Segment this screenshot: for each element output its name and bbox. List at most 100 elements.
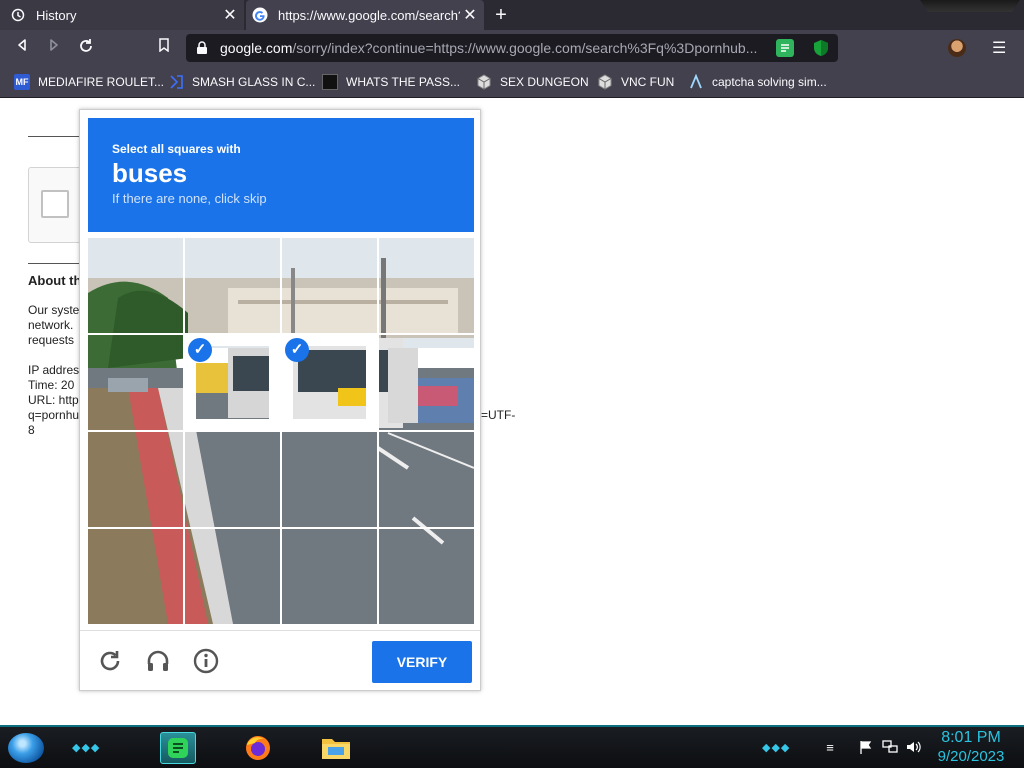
bookmark-icon[interactable] xyxy=(154,38,174,58)
lock-icon[interactable] xyxy=(196,41,210,55)
new-tab-icon[interactable]: + xyxy=(490,5,512,25)
tile-image xyxy=(379,238,474,333)
clock-date[interactable]: 9/20/2023 xyxy=(930,748,1012,765)
tile-image xyxy=(88,529,183,624)
back-icon[interactable] xyxy=(12,38,32,58)
selected-check-icon: ✓ xyxy=(285,338,309,362)
notes-extension-icon[interactable] xyxy=(776,39,794,57)
captcha-tile[interactable] xyxy=(88,529,183,624)
challenge-header: Select all squares with buses If there a… xyxy=(88,118,474,232)
tab-history[interactable]: History ✕ xyxy=(0,0,244,30)
captcha-tile[interactable] xyxy=(88,432,183,527)
close-tab-icon[interactable]: ✕ xyxy=(460,5,480,25)
divider xyxy=(28,136,80,137)
url-tail-text: =UTF- xyxy=(481,408,516,422)
tile-image xyxy=(88,432,183,527)
lambda-icon xyxy=(688,74,704,90)
notepad-app-icon[interactable] xyxy=(160,732,196,764)
tile-image xyxy=(88,335,183,430)
url-text[interactable]: google.com/sorry/index?continue=https://… xyxy=(220,40,838,56)
clock-time[interactable]: 8:01 PM xyxy=(930,729,1012,747)
tab-google-search[interactable]: https://www.google.com/search?q ✕ xyxy=(246,0,484,30)
bookmark-label: MEDIAFIRE ROULET... xyxy=(38,75,165,89)
bookmark-vnc-fun[interactable]: VNC FUN xyxy=(597,72,674,92)
info-icon[interactable] xyxy=(192,647,220,675)
forward-icon[interactable] xyxy=(44,38,64,58)
bookmark-smash-glass[interactable]: SMASH GLASS IN C... xyxy=(168,72,315,92)
tab-strip: History ✕ https://www.google.com/search?… xyxy=(0,0,1024,30)
dark-square-icon xyxy=(322,74,338,90)
bracket-icon xyxy=(168,74,184,90)
bookmark-whats-the-pass[interactable]: WHATS THE PASS... xyxy=(322,72,460,92)
captcha-tile[interactable] xyxy=(282,432,377,527)
captcha-tile[interactable] xyxy=(379,432,474,527)
tile-image xyxy=(282,432,377,527)
shield-extension-icon[interactable] xyxy=(812,39,830,57)
mediafire-icon: MF xyxy=(14,74,30,90)
captcha-tile[interactable] xyxy=(379,238,474,333)
bookmark-captcha-solving[interactable]: captcha solving sim... xyxy=(688,72,827,92)
tile-image xyxy=(185,529,280,624)
ip-details: IP addres Time: 20 URL: http q=pornhu 8 xyxy=(28,363,80,437)
captcha-tile[interactable]: ✓ xyxy=(185,335,280,430)
close-tab-icon[interactable]: ✕ xyxy=(220,5,240,25)
tile-image xyxy=(88,238,183,333)
captcha-tile[interactable] xyxy=(88,238,183,333)
address-bar[interactable]: google.com/sorry/index?continue=https://… xyxy=(186,34,838,62)
captcha-tile[interactable] xyxy=(185,238,280,333)
window-decoration xyxy=(920,0,1020,12)
bookmark-mediafire[interactable]: MF MEDIAFIRE ROULET... xyxy=(14,72,164,92)
challenge-footer: VERIFY xyxy=(80,630,480,690)
reload-icon[interactable] xyxy=(76,38,96,58)
firefox-icon[interactable] xyxy=(240,732,276,764)
verify-button[interactable]: VERIFY xyxy=(372,641,472,683)
captcha-tile[interactable]: ✓ xyxy=(282,335,377,430)
tab-title: History xyxy=(36,7,77,23)
bookmark-label: SMASH GLASS IN C... xyxy=(192,75,316,89)
captcha-tile[interactable] xyxy=(185,432,280,527)
tile-image xyxy=(379,432,474,527)
taskbar: ◆◆◆ ◆◆◆ ≡ 8:01 PM 9/20/2023 xyxy=(0,725,1024,768)
tile-image xyxy=(379,335,474,430)
google-g-icon xyxy=(252,7,268,23)
captcha-tile[interactable] xyxy=(379,529,474,624)
tile-image xyxy=(379,529,474,624)
tile-image xyxy=(282,529,377,624)
hamburger-menu-icon[interactable]: ☰ xyxy=(992,38,1006,58)
file-explorer-icon[interactable] xyxy=(318,732,354,764)
tile-image xyxy=(282,238,377,333)
captcha-tile[interactable] xyxy=(282,529,377,624)
image-grid: ✓ ✓ xyxy=(88,238,474,624)
captcha-tile[interactable] xyxy=(379,335,474,430)
challenge-prompt: Select all squares with xyxy=(112,142,241,156)
url-host: google.com xyxy=(220,40,293,56)
recaptcha-checkbox[interactable] xyxy=(41,190,69,218)
divider xyxy=(28,263,80,264)
flag-icon[interactable] xyxy=(858,740,874,756)
bookmark-sex-dungeon[interactable]: SEX DUNGEON xyxy=(476,72,589,92)
tile-image xyxy=(185,432,280,527)
bookmark-label: captcha solving sim... xyxy=(712,75,827,89)
about-paragraph: Our syste network. requests xyxy=(28,303,80,347)
recaptcha-challenge-dialog: Select all squares with buses If there a… xyxy=(79,109,481,691)
reload-challenge-icon[interactable] xyxy=(96,647,124,675)
start-button[interactable] xyxy=(8,733,44,763)
account-avatar[interactable] xyxy=(948,39,966,57)
url-path: /sorry/index?continue=https://www.google… xyxy=(292,40,758,56)
captcha-tile[interactable] xyxy=(185,529,280,624)
cube-icon xyxy=(597,74,613,90)
challenge-object: buses xyxy=(112,158,188,188)
bookmark-label: SEX DUNGEON xyxy=(500,75,589,89)
audio-challenge-icon[interactable] xyxy=(144,647,172,675)
navigation-bar: google.com/sorry/index?continue=https://… xyxy=(0,30,1024,66)
cube-icon xyxy=(476,74,492,90)
tile-image xyxy=(185,238,280,333)
bookmarks-bar: MF MEDIAFIRE ROULET... SMASH GLASS IN C.… xyxy=(0,66,1024,98)
show-hidden-icons[interactable]: ≡ xyxy=(822,740,838,756)
decorative-chevrons: ◆◆◆ xyxy=(762,742,791,754)
captcha-tile[interactable] xyxy=(282,238,377,333)
captcha-tile[interactable] xyxy=(88,335,183,430)
selected-check-icon: ✓ xyxy=(188,338,212,362)
network-icon[interactable] xyxy=(882,740,898,756)
volume-icon[interactable] xyxy=(906,740,922,756)
